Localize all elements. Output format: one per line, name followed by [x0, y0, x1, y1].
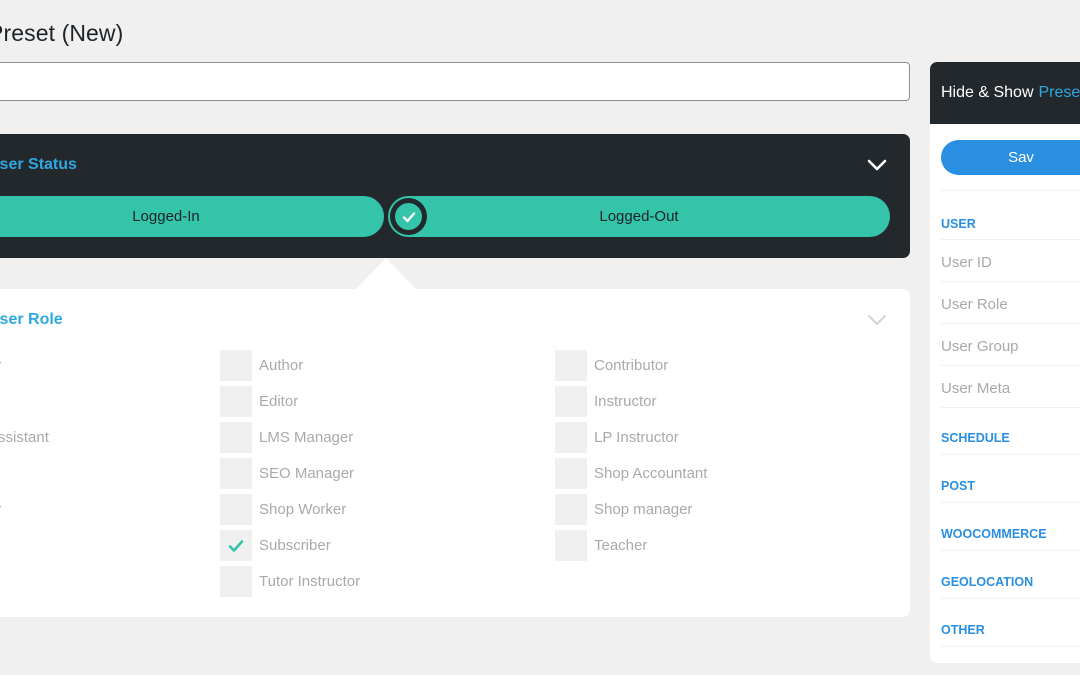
page-title-text: Preset (New): [0, 20, 124, 46]
section-schedule[interactable]: SCHEDULE: [941, 431, 1010, 445]
sidebar-item-user-group[interactable]: User Group: [941, 338, 1019, 355]
divider: [941, 454, 1080, 455]
section-user[interactable]: USER: [941, 217, 976, 231]
role-shop-manager[interactable]: Shop manager: [555, 494, 692, 525]
logged-out-check: [390, 198, 427, 235]
role-lms-manager[interactable]: LMS Manager: [220, 422, 353, 453]
preset-name-input[interactable]: [0, 62, 910, 101]
role-checkbox[interactable]: [555, 494, 587, 525]
role-contributor[interactable]: Contributor: [555, 350, 668, 381]
user-status-panel: User Status Logged-In Logged-Out: [0, 134, 910, 258]
divider: [941, 365, 1080, 366]
chevron-down-icon[interactable]: [866, 309, 888, 331]
role-author[interactable]: Author: [220, 350, 303, 381]
role-checkbox[interactable]: [220, 422, 252, 453]
role-teacher[interactable]: Teacher: [555, 530, 647, 561]
role-label-partial: or: [0, 501, 1, 518]
section-post[interactable]: POST: [941, 479, 975, 493]
hide-show-sidebar: Hide & Show Prese Sav USER User ID User …: [930, 62, 1080, 663]
role-checkbox[interactable]: [555, 530, 587, 561]
section-geolocation[interactable]: GEOLOCATION: [941, 575, 1033, 589]
sidebar-title: Hide & Show: [941, 84, 1034, 101]
divider: [941, 502, 1080, 503]
divider: [941, 550, 1080, 551]
role-checkbox[interactable]: [555, 350, 587, 381]
sidebar-item-user-role[interactable]: User Role: [941, 296, 1008, 313]
page-title: Preset (New): [0, 20, 123, 47]
role-checkbox[interactable]: [220, 566, 252, 597]
role-checkbox[interactable]: [220, 458, 252, 489]
divider: [941, 190, 1080, 191]
role-lp-instructor[interactable]: LP Instructor: [555, 422, 679, 453]
role-checkbox-checked[interactable]: [220, 530, 252, 561]
panel-pointer: [356, 258, 416, 289]
chevron-down-icon[interactable]: [866, 154, 888, 176]
logged-out-label: Logged-Out: [599, 208, 679, 225]
section-woocommerce[interactable]: WOOCOMMERCE: [941, 527, 1047, 541]
role-editor[interactable]: Editor: [220, 386, 298, 417]
role-checkbox[interactable]: [555, 458, 587, 489]
logged-in-option[interactable]: Logged-In: [0, 196, 384, 237]
user-role-title: User Role: [0, 311, 63, 328]
role-checkbox[interactable]: [555, 422, 587, 453]
user-role-panel: User Role or Assistant or Author Editor …: [0, 289, 910, 617]
checkmark-icon: [402, 211, 415, 222]
sidebar-item-user-meta[interactable]: User Meta: [941, 380, 1010, 397]
divider: [941, 598, 1080, 599]
divider: [941, 646, 1080, 647]
role-seo-manager[interactable]: SEO Manager: [220, 458, 354, 489]
sidebar-header: Hide & Show Prese: [930, 62, 1080, 124]
role-checkbox[interactable]: [220, 350, 252, 381]
role-instructor[interactable]: Instructor: [555, 386, 657, 417]
divider: [941, 323, 1080, 324]
logged-out-option[interactable]: Logged-Out: [388, 196, 890, 237]
role-tutor-instructor[interactable]: Tutor Instructor: [220, 566, 360, 597]
role-subscriber[interactable]: Subscriber: [220, 530, 331, 561]
role-checkbox[interactable]: [555, 386, 587, 417]
role-shop-accountant[interactable]: Shop Accountant: [555, 458, 707, 489]
role-shop-worker[interactable]: Shop Worker: [220, 494, 346, 525]
logged-in-label: Logged-In: [132, 208, 200, 225]
role-checkbox[interactable]: [220, 494, 252, 525]
divider: [941, 281, 1080, 282]
checkmark-icon: [228, 539, 244, 552]
divider: [941, 407, 1080, 408]
section-other[interactable]: OTHER: [941, 623, 985, 637]
role-label-partial: Assistant: [0, 429, 49, 446]
role-checkbox[interactable]: [220, 386, 252, 417]
save-button[interactable]: Sav: [941, 140, 1080, 175]
role-label-partial: or: [0, 357, 1, 374]
user-status-title: User Status: [0, 156, 77, 173]
divider: [941, 239, 1080, 240]
sidebar-title-accent: Prese: [1038, 84, 1080, 101]
sidebar-item-user-id[interactable]: User ID: [941, 254, 992, 271]
